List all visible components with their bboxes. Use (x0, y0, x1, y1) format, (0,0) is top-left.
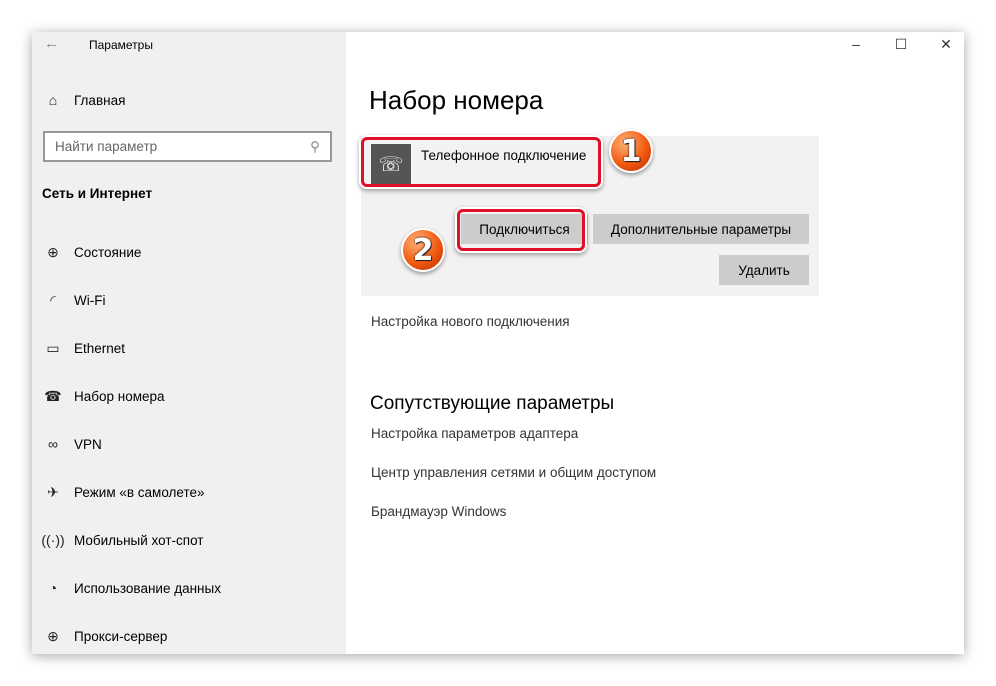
adapter-settings-link[interactable]: Настройка параметров адаптера (371, 426, 578, 441)
minimize-icon[interactable]: – (846, 36, 866, 52)
ethernet-icon: ▭ (46, 339, 60, 356)
page-title: Набор номера (369, 85, 544, 115)
item-label: Состояние (74, 244, 142, 260)
sidebar-item-proxy[interactable]: ⊕ Прокси-сервер (42, 624, 167, 648)
vpn-icon: ∞ (48, 436, 58, 452)
window-title: Параметры (89, 38, 153, 52)
sidebar-item-airplane[interactable]: ✈ Режим «в самолете» (42, 480, 205, 504)
search-icon: ⚲ (310, 138, 320, 154)
item-label: Прокси-сервер (74, 628, 168, 644)
airplane-icon: ✈ (47, 483, 59, 500)
new-connection-link[interactable]: Настройка нового подключения (371, 314, 570, 329)
network-center-link[interactable]: Центр управления сетями и общим доступом (371, 465, 656, 480)
related-title: Сопутствующие параметры (370, 393, 615, 414)
wifi-icon: ◜ (50, 291, 56, 308)
settings-window: ← Параметры ⌂ Главная Найти параметр ⚲ Сет… (32, 32, 964, 654)
firewall-link[interactable]: Брандмауэр Windows (371, 504, 506, 519)
annotation-box-1 (361, 137, 601, 187)
sidebar-item-vpn[interactable]: ∞ VPN (42, 432, 102, 456)
content-pane: – ☐ ✕ Набор номера ☏ Телефонное подключе… (346, 32, 964, 654)
item-label: VPN (74, 436, 102, 452)
sidebar-item-hotspot[interactable]: ((·)) Мобильный хот-спот (41, 528, 204, 552)
item-label: Мобильный хот-спот (74, 532, 204, 548)
item-label: Использование данных (74, 580, 221, 596)
item-label: Режим «в самолете» (74, 484, 205, 500)
sidebar-item-wifi[interactable]: ◜ Wi-Fi (42, 288, 105, 312)
delete-button[interactable]: Удалить (719, 255, 809, 285)
item-label: Ethernet (74, 340, 126, 356)
sidebar: ← Параметры ⌂ Главная Найти параметр ⚲ Сет… (32, 32, 346, 654)
dialup-icon: ☎ (44, 387, 62, 404)
item-label: Wi-Fi (74, 292, 106, 308)
annotation-box-2 (457, 209, 585, 251)
search-placeholder: Найти параметр (55, 139, 158, 154)
home-icon: ⌂ (48, 92, 58, 108)
sidebar-item-status[interactable]: ⊕ Состояние (42, 240, 141, 264)
sidebar-home[interactable]: ⌂ Главная (42, 88, 126, 112)
item-label: Набор номера (74, 388, 165, 404)
globe-icon: ⊕ (47, 627, 59, 644)
sidebar-item-data-usage[interactable]: ◔ Использование данных (42, 576, 221, 600)
close-icon[interactable]: ✕ (936, 36, 956, 53)
advanced-options-button[interactable]: Дополнительные параметры (593, 214, 809, 244)
globe-icon: ⊕ (47, 243, 59, 260)
back-button[interactable]: ← (44, 35, 59, 52)
maximize-icon[interactable]: ☐ (891, 36, 911, 53)
hotspot-icon: ((·)) (41, 532, 65, 548)
data-usage-icon: ◔ (48, 580, 58, 596)
sidebar-item-ethernet[interactable]: ▭ Ethernet (42, 336, 125, 360)
annotation-badge-1: 1 (609, 129, 653, 173)
section-title: Сеть и Интернет (42, 186, 153, 201)
home-label: Главная (74, 92, 126, 108)
search-input[interactable]: Найти параметр ⚲ (43, 131, 332, 162)
sidebar-item-dialup[interactable]: ☎ Набор номера (42, 384, 165, 408)
annotation-badge-2: 2 (401, 228, 445, 272)
